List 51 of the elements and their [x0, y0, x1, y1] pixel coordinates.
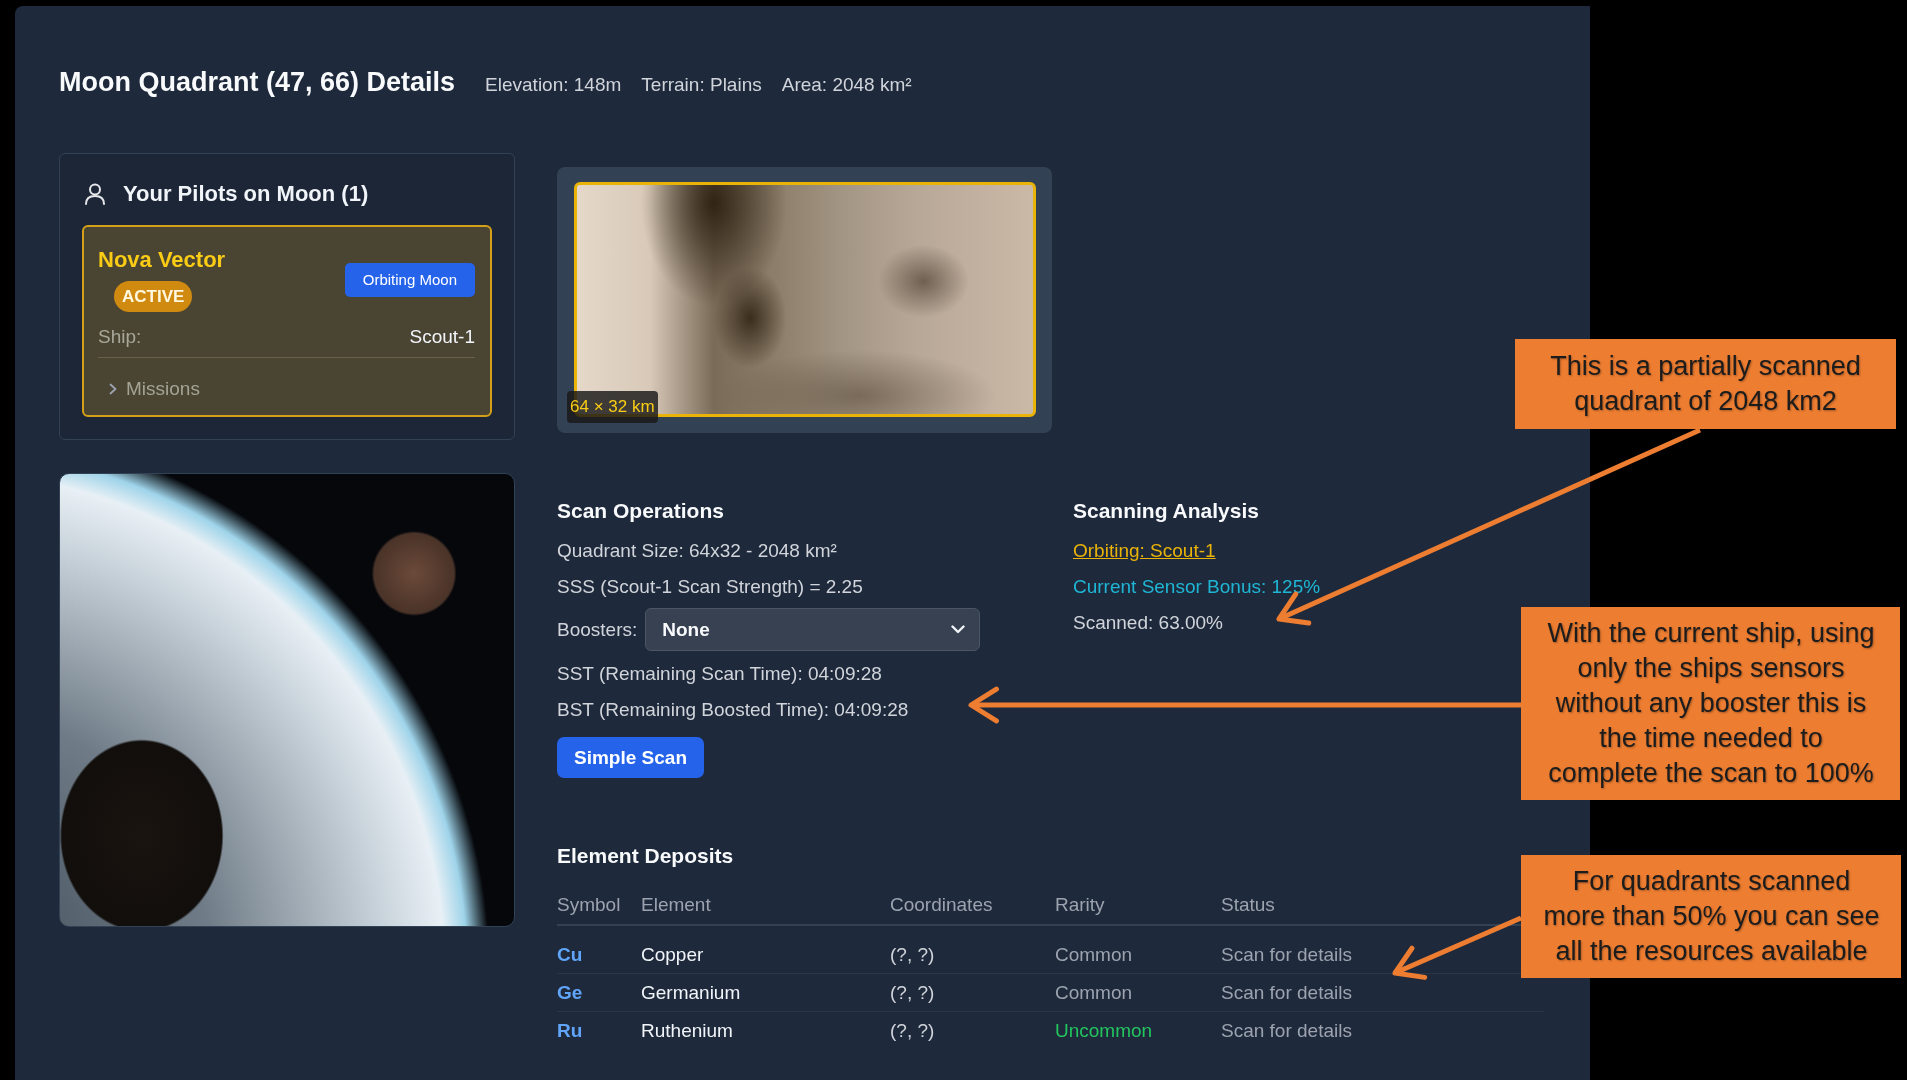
user-icon [84, 183, 106, 205]
quadrant-info: Elevation: 148m [485, 74, 622, 96]
status-badge: ACTIVE [114, 281, 193, 312]
column-header: Symbol [557, 894, 622, 916]
boosters-select[interactable]: None [645, 608, 981, 651]
annotation-callout: With the current ship, using only the ships sensors without any booster this is the time needed to complete the scan to 100% [1521, 607, 1900, 800]
annotation-callout: For quadrants scanned more than 50% you can see all the resources available [1521, 855, 1901, 978]
quadrant-info: Area: 2048 km² [781, 74, 912, 96]
coordinates-cell-text: (?, ?) [890, 981, 936, 1004]
ship-name: Scout-1 [409, 325, 475, 349]
pilot-name: Nova Vector [98, 247, 226, 273]
section-title: Scanning Analysis [1073, 498, 1260, 524]
column-header: Status [1221, 894, 1276, 916]
pilots-title: Your Pilots on Moon (1) [123, 180, 369, 208]
map-scale-label: 64 × 32 km [567, 391, 658, 423]
missions-toggle[interactable]: Missions [98, 376, 200, 402]
scan-info-line: Quadrant Size: 64x32 - 2048 km² [557, 539, 838, 563]
annotation-callout: This is a partially scanned quadrant of 2048 km2 [1515, 339, 1896, 429]
simple-scan-button[interactable]: Simple Scan [557, 737, 704, 778]
orbiting-link[interactable]: Orbiting: Scout-1 [1073, 540, 1216, 561]
symbol-cell-text: Cu [557, 943, 584, 966]
sensor-bonus: Current Sensor Bonus: 125% [1073, 575, 1322, 599]
page-title: Moon Quadrant (47, 66) Details [59, 66, 456, 99]
caret-icon [951, 625, 966, 634]
rarity-cell-text: Common [1055, 943, 1134, 966]
status-cell-text: Scan for details [1221, 981, 1353, 1004]
rarity-cell-text: Uncommon [1055, 1020, 1154, 1042]
status-cell-text: Scan for details [1221, 1020, 1353, 1042]
scan-time-line: BST (Remaining Boosted Time): 04:09:28 [557, 698, 910, 722]
symbol-cell-text: Ru [557, 1020, 584, 1042]
rarity-cell-text: Common [1055, 981, 1134, 1004]
column-header: Rarity [1055, 894, 1106, 916]
section-title: Scan Operations [557, 498, 725, 524]
scan-info-line: SSS (Scout-1 Scan Strength) = 2.25 [557, 575, 864, 599]
location-badge: Orbiting Moon [344, 262, 475, 297]
boosters-label: Boosters: [557, 618, 638, 641]
ship-label: Ship: [98, 325, 142, 349]
column-header: Coordinates [890, 894, 994, 916]
quadrant-info: Terrain: Plains [641, 74, 762, 96]
coordinates-cell-text: (?, ?) [890, 943, 936, 966]
scanned-percent: Scanned: 63.00% [1073, 611, 1224, 635]
scan-time-line: SST (Remaining Scan Time): 04:09:28 [557, 662, 883, 686]
element-cell-text: Ruthenium [641, 1020, 734, 1042]
element-cell-text: Germanium [641, 981, 742, 1004]
section-title: Element Deposits [557, 843, 735, 869]
coordinates-cell-text: (?, ?) [890, 1020, 936, 1042]
element-cell-text: Copper [641, 943, 705, 966]
column-header: Element [641, 894, 712, 916]
symbol-cell-text: Ge [557, 981, 584, 1004]
chevron-icon [109, 383, 117, 395]
status-cell-text: Scan for details [1221, 943, 1353, 966]
